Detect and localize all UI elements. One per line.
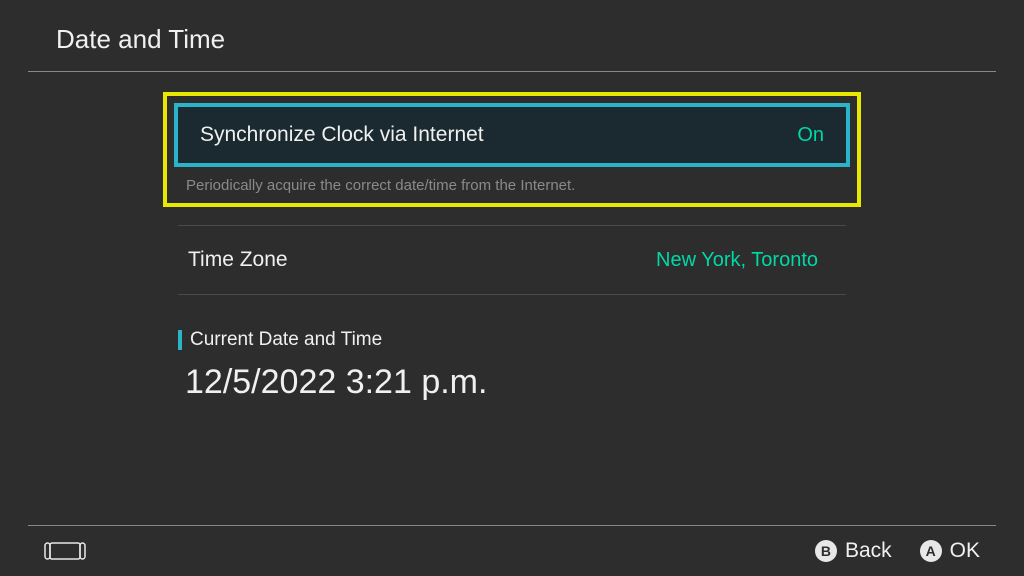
sync-clock-row[interactable]: Synchronize Clock via Internet On	[174, 103, 850, 167]
controller-icon	[44, 541, 86, 561]
back-label: Back	[845, 539, 892, 563]
timezone-label: Time Zone	[188, 248, 288, 272]
current-datetime-label: Current Date and Time	[190, 329, 382, 351]
highlight-annotation: Synchronize Clock via Internet On Period…	[163, 92, 861, 207]
current-datetime-header: Current Date and Time	[178, 329, 846, 351]
section-marker	[178, 330, 182, 350]
header: Date and Time	[0, 0, 1024, 71]
footer-buttons: B Back A OK	[815, 539, 980, 563]
sync-clock-label: Synchronize Clock via Internet	[200, 123, 484, 147]
settings-content: Synchronize Clock via Internet On Period…	[0, 72, 1024, 402]
current-datetime-value: 12/5/2022 3:21 p.m.	[185, 363, 846, 402]
timezone-value: New York, Toronto	[656, 249, 818, 272]
footer: B Back A OK	[0, 526, 1024, 576]
sync-clock-value: On	[797, 124, 824, 147]
row-divider	[178, 294, 846, 295]
ok-button-hint[interactable]: A OK	[920, 539, 980, 563]
sync-clock-description: Periodically acquire the correct date/ti…	[174, 167, 850, 196]
b-button-icon: B	[815, 540, 837, 562]
timezone-row[interactable]: Time Zone New York, Toronto	[178, 226, 846, 294]
page-title: Date and Time	[56, 24, 1024, 55]
back-button-hint[interactable]: B Back	[815, 539, 892, 563]
ok-label: OK	[950, 539, 980, 563]
a-button-icon: A	[920, 540, 942, 562]
